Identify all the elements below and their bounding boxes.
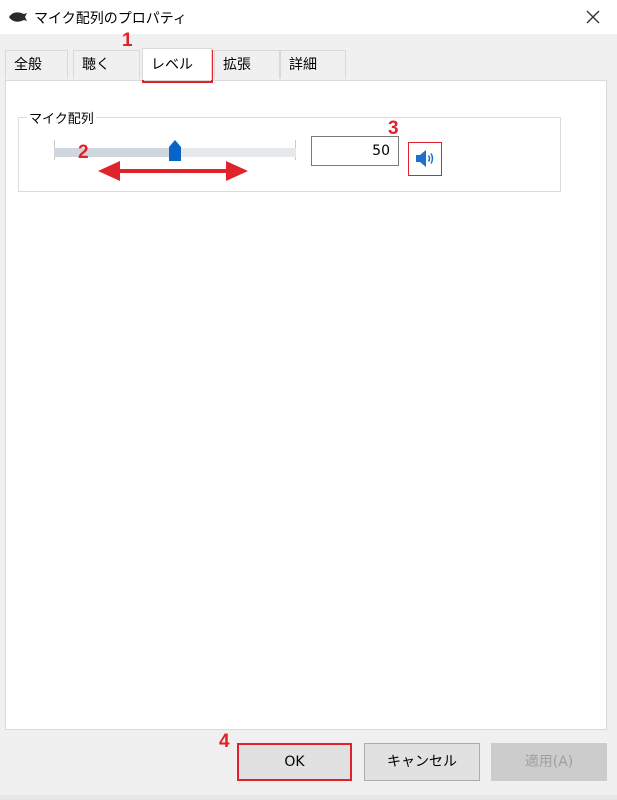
double-arrow-icon — [98, 161, 248, 181]
title-bar: マイク配列のプロパティ — [0, 0, 617, 34]
microphone-app-icon — [9, 12, 27, 22]
slider-thumb[interactable] — [169, 140, 181, 161]
tab-label: レベル — [151, 57, 193, 73]
mute-button[interactable] — [408, 142, 442, 176]
slider-fill — [54, 148, 175, 157]
close-icon[interactable] — [581, 5, 605, 29]
apply-button[interactable]: 適用(A) — [491, 743, 607, 781]
tab-enhancements[interactable]: 拡張 — [214, 50, 280, 79]
tab-label: 全般 — [14, 57, 42, 73]
window-title: マイク配列のプロパティ — [34, 11, 187, 27]
group-label: マイク配列 — [27, 108, 96, 127]
level-value-input[interactable]: 50 — [311, 136, 399, 166]
tab-content-levels: マイク配列 50 — [5, 80, 607, 730]
tab-levels[interactable]: レベル — [142, 48, 212, 80]
tab-label: 詳細 — [289, 57, 317, 73]
tab-listen[interactable]: 聴く — [73, 50, 140, 79]
tab-general[interactable]: 全般 — [5, 50, 68, 79]
tab-label: 拡張 — [223, 57, 251, 73]
cancel-button[interactable]: キャンセル — [364, 743, 480, 781]
annotation-marker-1: 1 — [122, 30, 133, 51]
bottom-edge — [0, 795, 617, 800]
speaker-icon — [416, 150, 434, 167]
highlight-ok-button — [237, 743, 352, 781]
tab-label: 聴く — [82, 57, 110, 73]
tab-advanced[interactable]: 詳細 — [280, 50, 346, 79]
annotation-marker-4: 4 — [219, 731, 230, 752]
annotation-marker-3: 3 — [388, 118, 399, 139]
annotation-marker-2: 2 — [78, 142, 89, 163]
